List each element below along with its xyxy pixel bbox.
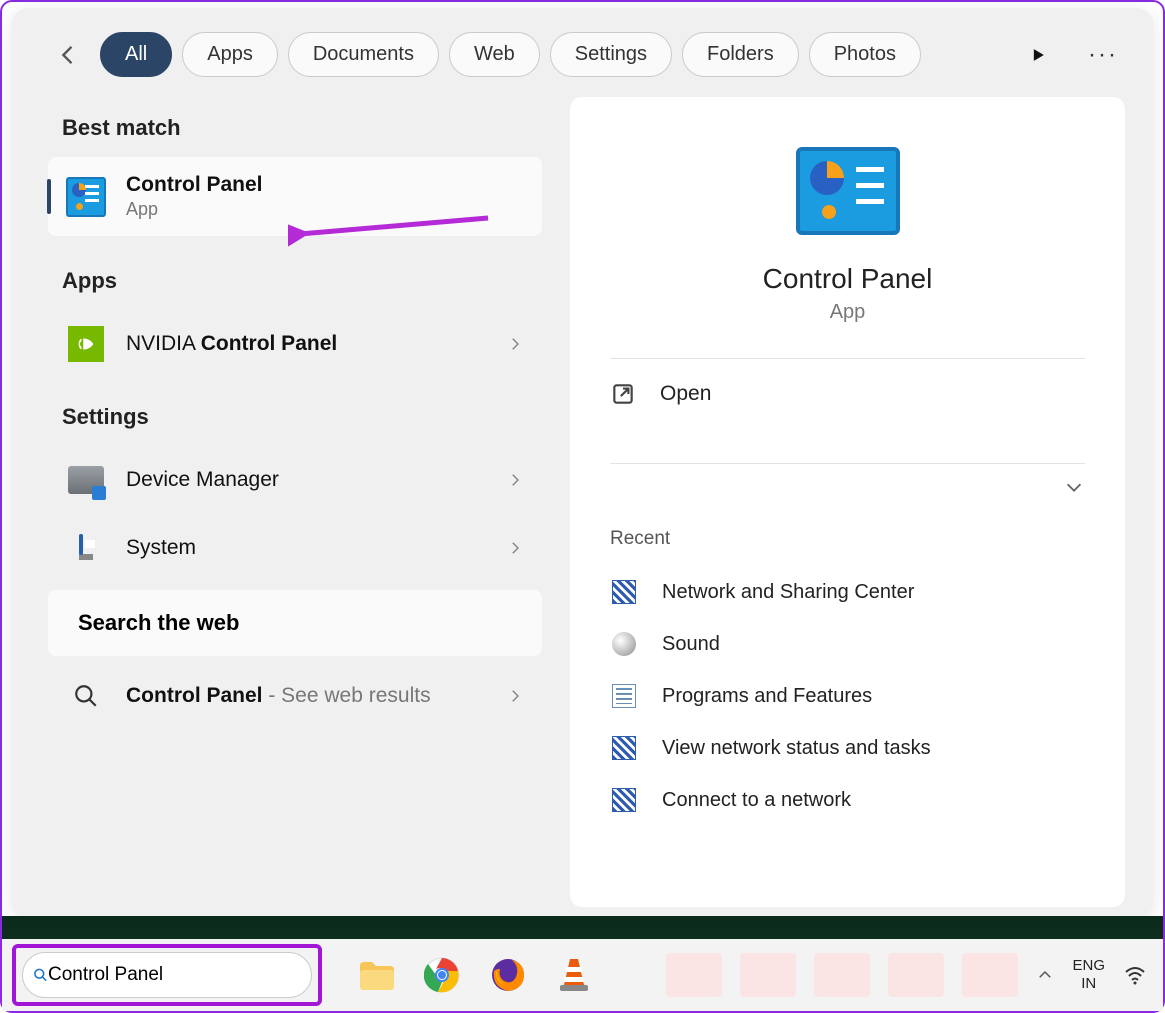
- nvidia-icon: [66, 324, 106, 364]
- open-icon: [610, 381, 636, 407]
- chevron-right-icon: [506, 335, 524, 353]
- taskbar-pinned-apps: [356, 955, 594, 995]
- sound-icon: [610, 630, 638, 658]
- folder-icon: [358, 960, 394, 990]
- action-label: Open: [660, 382, 711, 406]
- overflow-next-button[interactable]: [1023, 40, 1053, 70]
- result-subtitle: App: [126, 199, 524, 220]
- network-icon: [610, 578, 638, 606]
- recent-programs-features[interactable]: Programs and Features: [610, 670, 1085, 722]
- result-system[interactable]: System: [48, 514, 542, 582]
- result-label: Device Manager: [126, 468, 486, 492]
- network-icon: [610, 734, 638, 762]
- firefox-icon: [490, 957, 526, 993]
- wifi-icon[interactable]: [1123, 963, 1147, 987]
- more-options-button[interactable]: ···: [1083, 35, 1123, 75]
- result-web-control-panel[interactable]: Control Panel - See web results: [48, 662, 542, 730]
- taskbar-search-input[interactable]: [48, 964, 293, 986]
- tray-placeholder[interactable]: [962, 953, 1018, 997]
- chevron-right-icon: [506, 471, 524, 489]
- vlc-icon: [558, 957, 590, 993]
- action-open[interactable]: Open: [610, 359, 1085, 429]
- section-apps: Apps: [28, 242, 542, 310]
- system-tray: ENG IN: [666, 953, 1153, 997]
- chevron-right-icon: [506, 687, 524, 705]
- taskbar-firefox[interactable]: [488, 955, 528, 995]
- tray-placeholder[interactable]: [740, 953, 796, 997]
- result-label: Control Panel - See web results: [126, 682, 486, 710]
- back-button[interactable]: [46, 33, 90, 77]
- chrome-icon: [424, 957, 460, 993]
- taskbar-vlc[interactable]: [554, 955, 594, 995]
- section-search-web: Search the web: [48, 590, 542, 656]
- result-best-match-control-panel[interactable]: Control Panel App: [48, 157, 542, 236]
- recent-label: Sound: [662, 633, 720, 656]
- result-device-manager[interactable]: Device Manager: [48, 446, 542, 514]
- tab-web[interactable]: Web: [449, 32, 540, 77]
- taskbar-chrome[interactable]: [422, 955, 462, 995]
- detail-column: Control Panel App Open Recent Network an…: [542, 97, 1153, 907]
- lang-top: ENG: [1072, 957, 1105, 975]
- recent-label: Connect to a network: [662, 789, 851, 812]
- tab-photos[interactable]: Photos: [809, 32, 921, 77]
- result-label: System: [126, 536, 486, 560]
- arrow-left-icon: [54, 41, 82, 69]
- detail-subtitle: App: [610, 301, 1085, 324]
- recent-connect-network[interactable]: Connect to a network: [610, 774, 1085, 826]
- taskbar: ENG IN: [2, 939, 1163, 1011]
- tray-placeholder[interactable]: [814, 953, 870, 997]
- tab-settings[interactable]: Settings: [550, 32, 672, 77]
- taskbar-search-box[interactable]: [22, 952, 312, 998]
- chevron-down-icon: [1063, 476, 1085, 498]
- section-best-match: Best match: [28, 97, 542, 157]
- tray-placeholder[interactable]: [666, 953, 722, 997]
- programs-icon: [610, 682, 638, 710]
- tab-apps[interactable]: Apps: [182, 32, 278, 77]
- tab-folders[interactable]: Folders: [682, 32, 799, 77]
- detail-card: Control Panel App Open Recent Network an…: [570, 97, 1125, 907]
- recent-header: Recent: [610, 518, 1085, 566]
- recent-label: Programs and Features: [662, 685, 872, 708]
- start-search-panel: All Apps Documents Web Settings Folders …: [12, 8, 1153, 918]
- taskbar-file-explorer[interactable]: [356, 955, 396, 995]
- recent-view-network-status[interactable]: View network status and tasks: [610, 722, 1085, 774]
- tray-overflow-button[interactable]: [1036, 966, 1054, 984]
- search-content: Best match Control Panel App Apps NVIDIA…: [12, 97, 1153, 907]
- chevron-right-icon: [506, 539, 524, 557]
- section-settings: Settings: [28, 378, 542, 446]
- lang-bottom: IN: [1072, 975, 1105, 993]
- recent-network-sharing-center[interactable]: Network and Sharing Center: [610, 566, 1085, 618]
- control-panel-icon: [610, 147, 1085, 235]
- recent-sound[interactable]: Sound: [610, 618, 1085, 670]
- search-top-bar: All Apps Documents Web Settings Folders …: [12, 8, 1153, 97]
- device-manager-icon: [66, 460, 106, 500]
- search-icon: [66, 676, 106, 716]
- results-column: Best match Control Panel App Apps NVIDIA…: [12, 97, 542, 907]
- tray-placeholder[interactable]: [888, 953, 944, 997]
- expand-actions[interactable]: [610, 464, 1085, 518]
- tab-documents[interactable]: Documents: [288, 32, 439, 77]
- annotation-highlight: [12, 944, 322, 1006]
- detail-title: Control Panel: [610, 263, 1085, 295]
- recent-label: Network and Sharing Center: [662, 581, 914, 604]
- control-panel-icon: [66, 177, 106, 217]
- network-icon: [610, 786, 638, 814]
- system-icon: [66, 528, 106, 568]
- recent-label: View network status and tasks: [662, 737, 931, 760]
- language-indicator[interactable]: ENG IN: [1072, 957, 1105, 993]
- search-icon: [33, 963, 48, 987]
- tab-all[interactable]: All: [100, 32, 172, 77]
- result-label: NVIDIA Control Panel: [126, 332, 486, 356]
- filter-tabs: All Apps Documents Web Settings Folders …: [100, 32, 1003, 77]
- result-text: Control Panel App: [126, 173, 524, 220]
- result-nvidia-control-panel[interactable]: NVIDIA Control Panel: [48, 310, 542, 378]
- result-title: Control Panel: [126, 173, 524, 197]
- play-icon: [1028, 45, 1048, 65]
